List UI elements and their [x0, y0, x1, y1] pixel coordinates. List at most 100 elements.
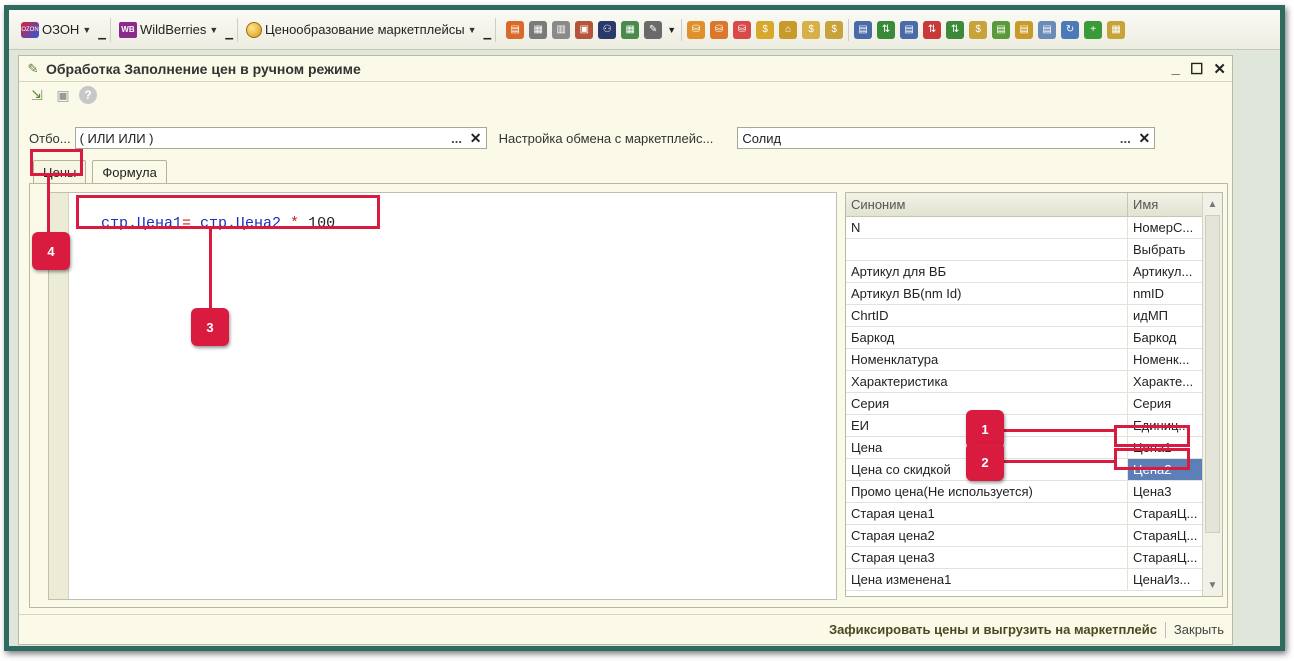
download-red-icon[interactable]: ⇅ [923, 20, 942, 39]
copy-icon[interactable]: ▣ [53, 85, 73, 105]
clear-icon[interactable]: ✕ [468, 130, 484, 146]
execute-icon[interactable]: ⇲ [27, 85, 47, 105]
ozon-logo-icon: OZON [21, 21, 39, 38]
exchange-settings-field[interactable]: Солид ... ✕ [737, 127, 1156, 149]
document-check-icon[interactable]: ▤ [992, 20, 1011, 39]
cell-synonym: Номенклатура [846, 349, 1128, 370]
cell-name: Характе... [1133, 374, 1194, 389]
table-scrollbar[interactable]: ▲ ▼ [1202, 193, 1222, 596]
table-row[interactable]: Серия Серия [846, 393, 1222, 415]
table-icon[interactable]: ▦ [1107, 20, 1126, 39]
cell-synonym: Баркод [846, 327, 1128, 348]
highlight-prices-tab [30, 149, 83, 176]
close-window-button[interactable]: ✕ [1213, 60, 1226, 78]
cash-register-icon[interactable]: ▣ [575, 20, 594, 39]
scroll-up-icon[interactable]: ▲ [1203, 195, 1222, 213]
table-row[interactable]: Старая цена2 СтараяЦ... [846, 525, 1222, 547]
table-row[interactable]: Номенклатура Номенк... [846, 349, 1222, 371]
ellipsis-button[interactable]: ... [1116, 130, 1134, 146]
cell-name: Серия [1133, 396, 1172, 411]
table-header: Синоним Имя [846, 193, 1222, 217]
transfer-icon[interactable]: ⇅ [946, 20, 965, 39]
cell-synonym: Характеристика [846, 371, 1128, 392]
chart-icon[interactable]: ✎ [644, 20, 663, 39]
chevron-down-icon: ▼ [82, 24, 92, 35]
exchange-settings-value: Солид [742, 130, 782, 146]
table-body: N НомерС... Выбрать Артикул для ВБ Артикул..… [846, 217, 1222, 591]
table-row[interactable]: Артикул ВБ(nm Id) nmID [846, 283, 1222, 305]
warehouse-icon[interactable]: ⌂ [779, 20, 798, 39]
table-row[interactable]: Характеристика Характе... [846, 371, 1222, 393]
box-refresh-icon[interactable]: ⛁ [733, 20, 752, 39]
box-arrows-icon[interactable]: ⛁ [710, 20, 729, 39]
column-header-synonym[interactable]: Синоним [846, 193, 1128, 216]
table-row[interactable]: Баркод Баркод [846, 327, 1222, 349]
minimize-button[interactable]: _ [1172, 60, 1180, 78]
users-icon[interactable]: ⚇ [598, 20, 617, 39]
exchange-settings-label: Настройка обмена с маркетплейс... [498, 130, 714, 146]
column-header-name[interactable]: Имя [1128, 193, 1202, 216]
footer-separator [1164, 621, 1166, 638]
coins-arrow-icon[interactable]: $ [825, 20, 844, 39]
cell-synonym: N [846, 217, 1128, 238]
close-button[interactable]: Закрыть [1174, 622, 1224, 637]
table-row[interactable]: Выбрать [846, 239, 1222, 261]
callout-4-connector [47, 175, 50, 237]
fix-prices-upload-button[interactable]: Зафиксировать цены и выгрузить на маркет… [829, 622, 1157, 637]
document-sync-icon[interactable]: ▤ [900, 20, 919, 39]
fields-table[interactable]: Синоним Имя N НомерС... Выбрать Артикул для… [845, 192, 1223, 597]
table-row[interactable]: Старая цена1 СтараяЦ... [846, 503, 1222, 525]
calculator-icon[interactable]: ▦ [621, 20, 640, 39]
table-row[interactable]: Промо цена(Не используется) Цена3 [846, 481, 1222, 503]
coins-stack-icon[interactable]: $ [802, 20, 821, 39]
table-row[interactable]: Старая цена3 СтараяЦ... [846, 547, 1222, 569]
cell-name: Номенк... [1133, 352, 1190, 367]
coins-small-icon[interactable]: $ [969, 20, 988, 39]
cell-synonym: Старая цена2 [846, 525, 1128, 546]
add-item-icon[interactable]: + [1084, 20, 1103, 39]
upload-green-icon[interactable]: ⇅ [877, 20, 896, 39]
footer-bar: Зафиксировать цены и выгрузить на маркет… [19, 614, 1232, 644]
maximize-button[interactable]: ☐ [1190, 60, 1203, 78]
clear-icon[interactable]: ✕ [1136, 130, 1152, 146]
cell-synonym: Артикул для ВБ [846, 261, 1128, 282]
cell-synonym: Промо цена(Не используется) [846, 481, 1128, 502]
cell-name: Цена3 [1133, 484, 1172, 499]
chevron-down-icon[interactable]: ▼ [667, 25, 676, 35]
document-view-icon[interactable]: ▤ [1038, 20, 1057, 39]
callout-3-connector [209, 228, 212, 310]
tab-formula[interactable]: Формула [92, 160, 167, 184]
table-row[interactable]: Артикул для ВБ Артикул... [846, 261, 1222, 283]
scanner-icon[interactable]: ▥ [552, 20, 571, 39]
pricing-menu[interactable]: Ценообразование маркетплейсы ▼ ▁ [242, 17, 497, 42]
document-refresh-icon[interactable]: ↻ [1061, 20, 1080, 39]
chevron-down-icon: ▼ [467, 24, 477, 35]
cell-name: ЦенаИз... [1133, 572, 1191, 587]
ellipsis-button[interactable]: ... [448, 130, 466, 146]
cell-name: Артикул... [1133, 264, 1193, 279]
coins-icon [246, 21, 263, 38]
table-row[interactable]: Цена изменена1 ЦенаИз... [846, 569, 1222, 591]
help-icon[interactable]: ? [79, 86, 97, 104]
report-icon[interactable]: ▤ [1015, 20, 1034, 39]
scroll-down-icon[interactable]: ▼ [1203, 576, 1222, 594]
table-row[interactable]: N НомерС... [846, 217, 1222, 239]
window-title: Обработка Заполнение цен в ручном режиме [46, 60, 361, 77]
wildberries-menu[interactable]: WB WildBerries ▼ ▁ [115, 17, 239, 42]
box-cart-icon[interactable]: ⛁ [687, 20, 706, 39]
formula-editor[interactable]: стр.Цена1= стр.Цена2 * 100 [48, 192, 837, 600]
document-export-icon[interactable]: ▤ [854, 20, 873, 39]
callout-2-connector [1003, 460, 1115, 463]
ozon-menu[interactable]: OZON ОЗОН ▼ ▁ [17, 17, 111, 42]
book-icon[interactable]: ▤ [506, 20, 525, 39]
scroll-thumb[interactable] [1205, 215, 1220, 533]
dropdown-underscore-icon: ▁ [225, 29, 234, 40]
otbor-value: ( ИЛИ ИЛИ ) [79, 130, 154, 146]
tab-formula-label: Формула [102, 165, 157, 180]
printer-icon[interactable]: ▦ [529, 20, 548, 39]
processing-window: ✎ Обработка Заполнение цен в ручном режи… [18, 55, 1233, 645]
cell-name: nmID [1133, 286, 1165, 301]
table-row[interactable]: ChrtID идМП [846, 305, 1222, 327]
price-tag-icon[interactable]: $ [756, 20, 775, 39]
otbor-field[interactable]: ( ИЛИ ИЛИ ) ... ✕ [74, 127, 487, 149]
